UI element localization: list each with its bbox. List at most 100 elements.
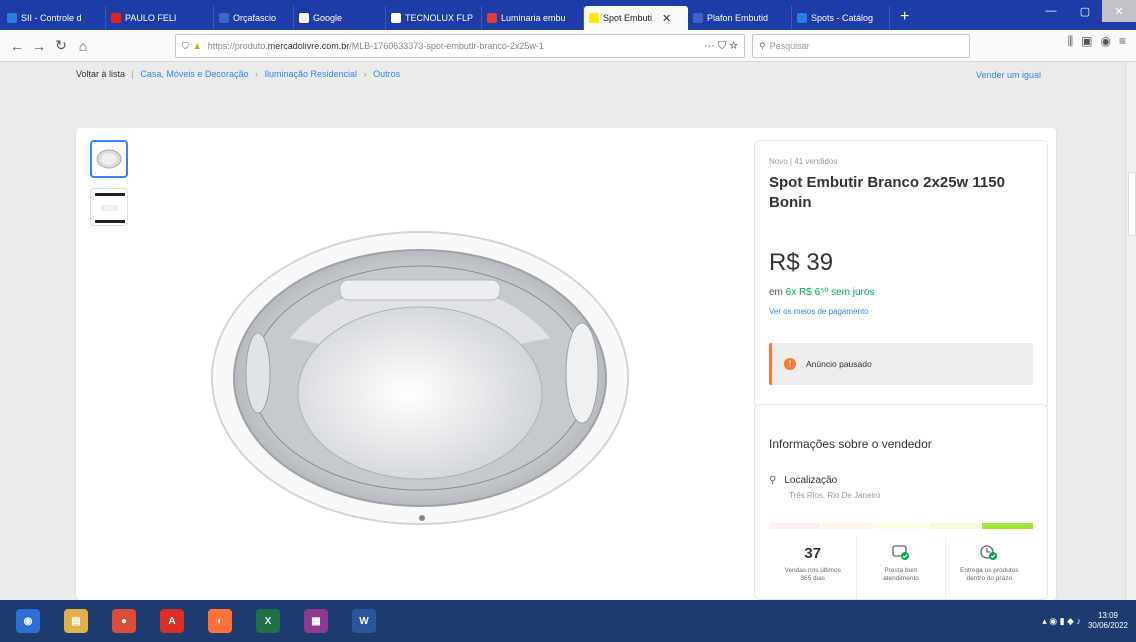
seller-title: Informações sobre o vendedor: [769, 437, 932, 451]
library-icon[interactable]: ⫼: [1068, 34, 1074, 49]
taskbar-explorer[interactable]: ▤: [56, 603, 96, 639]
thumbnail-2[interactable]: [90, 188, 128, 226]
minimize-button[interactable]: —: [1034, 0, 1068, 22]
url-bar[interactable]: ⛉ ▲ https://produto. mercadolivre.com.br /…: [175, 34, 745, 58]
location-value: Três Rios, Rio De Janeiro: [789, 491, 881, 500]
paused-notice: ! Anúncio pausado: [769, 343, 1033, 385]
start-orb-icon: ◉: [16, 609, 40, 633]
seller-info-box: Informações sobre o vendedor ⚲ Localizaç…: [754, 404, 1048, 601]
browser-tab[interactable]: Plafon Embutid: [688, 6, 792, 30]
taskbar-acrobat[interactable]: A: [152, 603, 192, 639]
taskbar-word[interactable]: W: [344, 603, 384, 639]
url-domain: mercadolivre.com.br: [267, 41, 350, 51]
tab-title: Plafon Embutid: [707, 13, 769, 23]
reputation-segment: [822, 523, 874, 529]
product-title: Spot Embutir Branco 2x25w 1150 Bonin: [769, 174, 1005, 211]
tab-favicon-icon: [589, 13, 599, 23]
clock-check-icon: [980, 545, 998, 563]
buy-box: Novo | 41 vendidos Spot Embutir Branco 2…: [754, 140, 1048, 410]
reputation-segment: [981, 523, 1034, 529]
tab-title: SII - Controle d: [21, 13, 82, 23]
taskbar-apps: ◉ ▤ ● A ◐ X ▦ W: [0, 603, 384, 639]
reload-button[interactable]: ↻: [50, 35, 72, 57]
search-icon: ⚲: [759, 40, 766, 51]
forward-button[interactable]: →: [28, 35, 50, 57]
thumbnail-1[interactable]: [90, 140, 128, 178]
tab-title: TECNOLUX FLP: [405, 13, 474, 23]
excel-icon: X: [256, 609, 280, 633]
browser-tab[interactable]: Spots - Catálog: [792, 6, 890, 30]
tab-favicon-icon: [219, 13, 229, 23]
navigation-bar: ← → ↻ ⌂ ⛉ ▲ https://produto. mercadolivre…: [0, 30, 1136, 62]
location-pin-icon: ⚲: [769, 475, 777, 486]
installments: em 6x R$ 6⁵⁰ sem juros: [769, 287, 874, 298]
payment-methods-link[interactable]: Ver os meios de pagamento: [769, 307, 869, 316]
breadcrumb-item[interactable]: Casa, Móveis e Decoração: [140, 69, 248, 79]
seller-stats: 37 Vendas nos últimos 365 dias Presta bo…: [769, 537, 1033, 601]
close-window-button[interactable]: ✕: [1102, 0, 1136, 22]
tab-favicon-icon: [391, 13, 401, 23]
stat-sales: 37 Vendas nos últimos 365 dias: [769, 537, 858, 601]
side-panel-tab[interactable]: [1128, 172, 1136, 236]
clock-date: 30/06/2022: [1087, 621, 1128, 630]
breadcrumb-item[interactable]: Outros: [373, 69, 400, 79]
location-row: ⚲ Localização: [769, 475, 837, 486]
clock[interactable]: 13:09 30/06/2022: [1088, 611, 1128, 631]
taskbar-start-orb[interactable]: ◉: [8, 603, 48, 639]
winrar-icon: ▦: [304, 609, 328, 633]
sidebar-icon[interactable]: ▣: [1081, 34, 1092, 49]
toolbar-icons: ⫼ ▣ ◉ ≡: [1068, 34, 1126, 49]
window-controls: — ▢ ✕: [1034, 0, 1136, 22]
tab-title: Luminaria embu: [501, 13, 566, 23]
reputation-segment: [928, 523, 980, 529]
search-placeholder: Pesquisar: [769, 41, 810, 51]
firefox-icon: ◐: [208, 609, 232, 633]
vertical-scrollbar[interactable]: [1125, 62, 1136, 600]
reputation-segment: [875, 523, 927, 529]
page-actions-icons[interactable]: ··· ⛉ ☆: [699, 39, 738, 53]
account-icon[interactable]: ◉: [1101, 34, 1111, 49]
browser-tab[interactable]: TECNOLUX FLP: [386, 6, 482, 30]
system-tray: ▴ ◉ ▮ ◆ ♪ 13:09 30/06/2022: [1042, 600, 1128, 642]
breadcrumb-item[interactable]: Iluminação Residencial: [265, 69, 358, 79]
url-path: /MLB-1760633373-spot-embutir-branco-2x25…: [349, 41, 544, 51]
tab-title: Orçafascio: [233, 13, 277, 23]
tab-list: SII - Controle d PAULO FELI Orçafascio Goog…: [2, 0, 890, 30]
back-button[interactable]: ←: [6, 35, 28, 57]
stat-delivery: Entrega os produtos dentro do prazo: [946, 537, 1033, 601]
browser-tab[interactable]: Spot Embuti ✕: [584, 6, 688, 30]
stat-service: Presta bom atendimento: [857, 537, 946, 601]
browser-tab[interactable]: SII - Controle d: [2, 6, 106, 30]
chat-check-icon: [892, 545, 910, 563]
service-label: Presta bom atendimento: [883, 567, 919, 582]
sales-count: 37: [804, 545, 821, 562]
tab-favicon-icon: [299, 13, 309, 23]
tab-title: Google: [313, 13, 343, 23]
url-prefix: https://produto.: [207, 41, 268, 51]
new-tab-button[interactable]: +: [890, 8, 919, 26]
reputation-thermometer: [769, 523, 1034, 529]
installments-prefix: em: [769, 287, 786, 298]
maximize-button[interactable]: ▢: [1068, 0, 1102, 22]
browser-tab[interactable]: Orçafascio: [214, 6, 294, 30]
browser-tab[interactable]: Google: [294, 6, 386, 30]
back-to-list-link[interactable]: Voltar à lista: [76, 69, 125, 79]
browser-tab[interactable]: Luminaria embu: [482, 6, 584, 30]
installments-value: 6x R$ 6⁵⁰ sem juros: [785, 287, 875, 298]
tab-favicon-icon: [111, 13, 121, 23]
windows-taskbar: ◉ ▤ ● A ◐ X ▦ W ▴ ◉ ▮ ◆ ♪ 13:09 30/06/2022: [0, 600, 1136, 642]
home-button[interactable]: ⌂: [72, 35, 94, 57]
condition-sold: Novo | 41 vendidos: [769, 157, 838, 166]
taskbar-excel[interactable]: X: [248, 603, 288, 639]
taskbar-chrome[interactable]: ●: [104, 603, 144, 639]
taskbar-firefox[interactable]: ◐: [200, 603, 240, 639]
taskbar-winrar[interactable]: ▦: [296, 603, 336, 639]
product-card: Novo | 41 vendidos Spot Embutir Branco 2…: [76, 128, 1056, 601]
menu-icon[interactable]: ≡: [1119, 34, 1126, 49]
tray-icons[interactable]: ▴ ◉ ▮ ◆ ♪: [1042, 616, 1081, 627]
tab-favicon-icon: [797, 13, 807, 23]
close-tab-icon[interactable]: ✕: [662, 12, 671, 25]
sell-same-link[interactable]: Vender um igual: [976, 70, 1041, 80]
browser-tab[interactable]: PAULO FELI: [106, 6, 214, 30]
search-bar[interactable]: ⚲ Pesquisar: [752, 34, 970, 58]
